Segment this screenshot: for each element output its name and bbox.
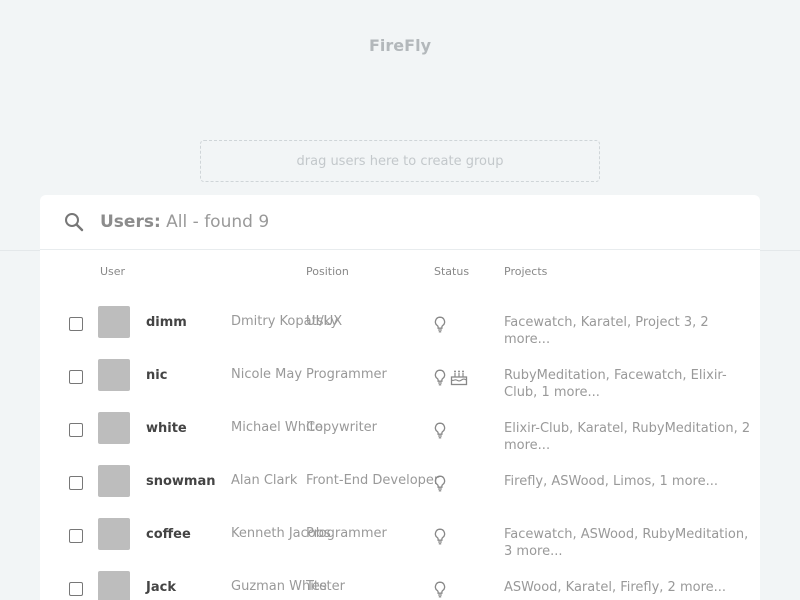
avatar[interactable]: [98, 465, 130, 497]
column-header-position[interactable]: Position: [306, 265, 349, 278]
lightbulb-icon: [434, 581, 446, 598]
search-icon[interactable]: [64, 212, 84, 232]
column-header-projects[interactable]: Projects: [504, 265, 547, 278]
position: Tester: [306, 579, 345, 594]
username[interactable]: dimm: [146, 315, 187, 330]
users-heading: Users: All - found 9: [100, 212, 269, 232]
birthday-cake-icon: [450, 369, 468, 386]
username[interactable]: coffee: [146, 527, 191, 542]
username[interactable]: white: [146, 421, 187, 436]
column-header-status[interactable]: Status: [434, 265, 469, 278]
avatar[interactable]: [98, 306, 130, 338]
avatar[interactable]: [98, 412, 130, 444]
projects: Facewatch, Karatel, Project 3, 2 more...: [504, 315, 709, 347]
status-icons: [434, 474, 484, 492]
user-row[interactable]: dimm Dmitry Kopatsky UI/UX Facewatch, Karat…: [40, 298, 760, 351]
panel-header: Users: All - found 9: [40, 195, 760, 250]
username[interactable]: nic: [146, 368, 167, 383]
users-heading-value: All - found 9: [166, 212, 270, 232]
projects: Elixir-Club, Karatel, RubyMeditation, 2 …: [504, 421, 751, 453]
status-icons: [434, 421, 484, 439]
lightbulb-icon: [434, 369, 446, 386]
position: Programmer: [306, 367, 387, 382]
position: Programmer: [306, 526, 387, 541]
avatar[interactable]: [98, 359, 130, 391]
full-name: Alan Clark: [231, 473, 298, 488]
users-heading-label: Users:: [100, 212, 161, 232]
users-panel: Users: All - found 9 User Position Statu…: [40, 195, 760, 600]
user-row[interactable]: Jack Guzman White Tester ASWood, Karatel, F…: [40, 563, 760, 600]
avatar[interactable]: [98, 571, 130, 600]
user-row[interactable]: white Michael White Copywriter Elixir-Club,…: [40, 404, 760, 457]
status-icons: [434, 315, 484, 333]
position: Front-End Developer: [306, 473, 440, 488]
row-select-checkbox[interactable]: [69, 317, 83, 331]
row-select-checkbox[interactable]: [69, 476, 83, 490]
row-select-checkbox[interactable]: [69, 582, 83, 596]
column-header-user[interactable]: User: [100, 265, 125, 278]
app-title: FireFly: [369, 36, 431, 55]
projects: ASWood, Karatel, Firefly, 2 more...: [504, 580, 727, 595]
full-name: Nicole May: [231, 367, 303, 382]
status-icons: [434, 580, 484, 598]
row-select-checkbox[interactable]: [69, 423, 83, 437]
position: Copywriter: [306, 420, 378, 435]
lightbulb-icon: [434, 528, 446, 545]
row-select-checkbox[interactable]: [69, 370, 83, 384]
projects: Firefly, ASWood, Limos, 1 more...: [504, 474, 718, 489]
username[interactable]: snowman: [146, 474, 216, 489]
user-row[interactable]: coffee Kenneth Jacobs Programmer Facewatch,…: [40, 510, 760, 563]
username[interactable]: Jack: [146, 580, 176, 595]
projects: Facewatch, ASWood, RubyMeditation, 3 mor…: [504, 527, 749, 559]
projects: RubyMeditation, Facewatch, Elixir-Club, …: [504, 368, 727, 400]
user-row[interactable]: nic Nicole May Programmer RubyMeditation, F…: [40, 351, 760, 404]
avatar[interactable]: [98, 518, 130, 550]
status-icons: [434, 527, 484, 545]
drop-zone-label: drag users here to create group: [296, 153, 504, 169]
position: UI/UX: [306, 314, 343, 329]
status-icons: [434, 368, 484, 386]
user-row[interactable]: snowman Alan Clark Front-End Developer Fire…: [40, 457, 760, 510]
lightbulb-icon: [434, 316, 446, 333]
group-drop-zone[interactable]: drag users here to create group: [200, 140, 600, 182]
lightbulb-icon: [434, 475, 446, 492]
lightbulb-icon: [434, 422, 446, 439]
row-select-checkbox[interactable]: [69, 529, 83, 543]
